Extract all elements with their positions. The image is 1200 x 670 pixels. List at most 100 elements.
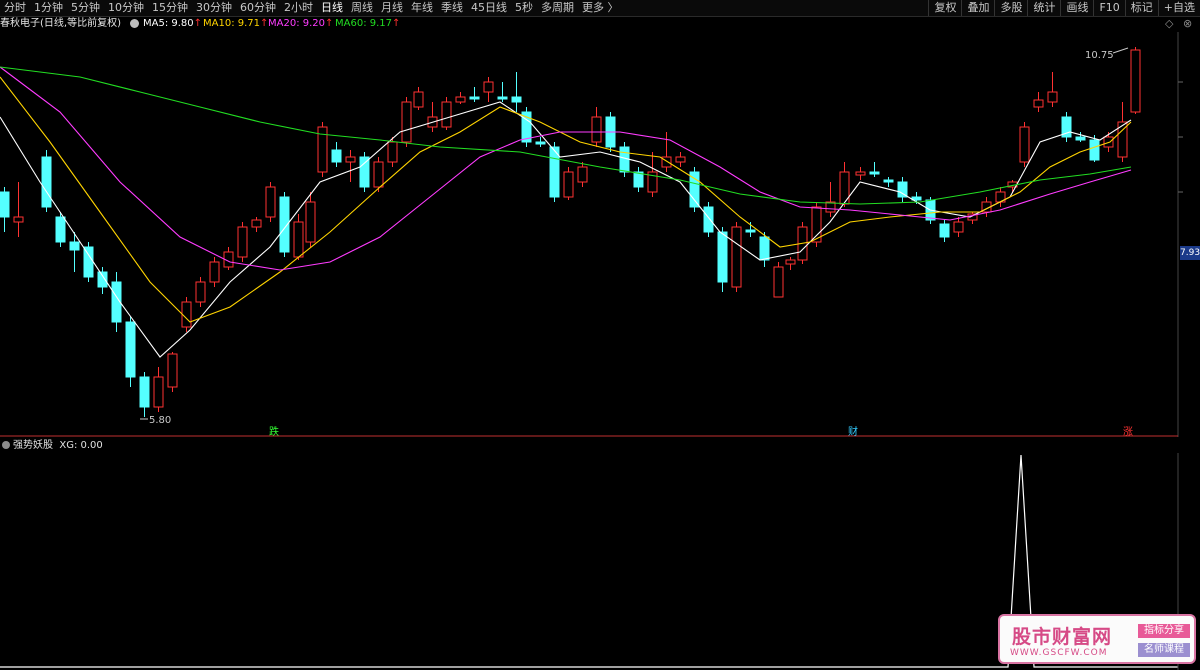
candle-body [703, 206, 714, 233]
close-circle-icon[interactable]: ⊗ [1183, 16, 1192, 32]
candle-body [55, 216, 66, 243]
indicator-title: 强势妖股 XG: 0.00 [0, 439, 103, 453]
candle-body [619, 146, 630, 173]
candle-body [181, 301, 192, 328]
current-price-tag: 7.93 [1180, 246, 1200, 260]
signal-mark-0: 跌 [269, 425, 279, 437]
candle-body [359, 156, 370, 188]
toolbar-button-2[interactable]: 多股 [994, 0, 1027, 16]
candle-body [41, 156, 52, 208]
candle-body [591, 116, 602, 143]
period-tab-13[interactable]: 45日线 [467, 0, 511, 16]
candle-body [195, 281, 206, 303]
period-tab-8[interactable]: 日线 [317, 0, 347, 16]
ma10-label: MA10: 9.71↑ [203, 18, 269, 29]
candle-body [883, 179, 894, 183]
watermark-logo: 股市财富网 WWW.GSCFW.COM 指标分享 名师课程 [998, 614, 1196, 664]
candle-body [785, 259, 796, 265]
toolbar-button-1[interactable]: 叠加 [961, 0, 994, 16]
period-tab-3[interactable]: 10分钟 [104, 0, 148, 16]
candle-body [563, 171, 574, 198]
candle-body [401, 101, 412, 143]
candle-body [265, 186, 276, 218]
candle-body [469, 96, 480, 100]
candle-body [731, 226, 742, 288]
info-bar: 春秋电子(日线,等比前复权) MA5: 9.80↑ MA10: 9.71↑ MA… [0, 16, 1200, 32]
ma5-label: MA5: 9.80↑ [143, 18, 203, 29]
candle-body [869, 171, 880, 175]
candle-body [125, 321, 136, 378]
period-tab-2[interactable]: 5分钟 [67, 0, 104, 16]
candle-body [773, 266, 784, 298]
candle-body [413, 91, 424, 108]
candle-body [511, 96, 522, 103]
period-tab-15[interactable]: 多周期 [537, 0, 578, 16]
indicator-dot-icon[interactable] [2, 441, 10, 449]
period-tab-11[interactable]: 年线 [407, 0, 437, 16]
candle-body [759, 236, 770, 261]
signal-mark-2: 涨 [1123, 426, 1133, 437]
period-tab-10[interactable]: 月线 [377, 0, 407, 16]
toolbar-tools: 复权 叠加 多股 统计 画线 F10 标记 +自选 [928, 0, 1200, 16]
period-tab-12[interactable]: 季线 [437, 0, 467, 16]
candle-body [717, 231, 728, 283]
toolbar-button-5[interactable]: F10 [1093, 0, 1124, 16]
candle-body [0, 191, 10, 218]
period-tab-6[interactable]: 60分钟 [236, 0, 280, 16]
ma10-line [0, 76, 1132, 323]
eye-icon[interactable] [130, 19, 139, 28]
period-tab-14[interactable]: 5秒 [511, 0, 537, 16]
candle-body [953, 221, 964, 233]
candle-body [939, 223, 950, 238]
period-tab-5[interactable]: 30分钟 [192, 0, 236, 16]
candle-body [139, 376, 150, 408]
candle-body [455, 96, 466, 103]
candle-body [441, 101, 452, 128]
candle-body [1075, 136, 1086, 141]
candle-body [535, 141, 546, 145]
candlestick-chart[interactable]: 10.75 5.80 跌 财 涨 [0, 32, 1200, 437]
candle-body [373, 161, 384, 188]
candle-body [153, 376, 164, 408]
candle-body [1019, 126, 1030, 163]
candle-body [1089, 139, 1100, 161]
candle-body [305, 201, 316, 243]
candle-body [1033, 99, 1044, 108]
period-tab-7[interactable]: 2小时 [280, 0, 317, 16]
diamond-icon[interactable]: ◇ [1165, 16, 1173, 32]
toolbar-button-6[interactable]: 标记 [1124, 0, 1158, 16]
period-tab-0[interactable]: 分时 [0, 0, 30, 16]
period-tabs: 分时 1分钟 5分钟 10分钟 15分钟 30分钟 60分钟 2小时 日线 周线 月线 年线 季线 45日… [0, 0, 623, 16]
candle-body [689, 171, 700, 208]
toolbar-button-3[interactable]: 统计 [1027, 0, 1060, 16]
toolbar-button-0[interactable]: 复权 [928, 0, 961, 16]
candle-body [251, 219, 262, 228]
ma20-label: MA20: 9.20↑ [268, 18, 334, 29]
candle-body [209, 261, 220, 283]
candle-body [387, 141, 398, 163]
signal-mark-1: 财 [848, 425, 858, 437]
candle-body [83, 246, 94, 278]
candle-body [1130, 49, 1141, 113]
candle-body [1047, 91, 1058, 103]
candle-body [675, 156, 686, 163]
toolbar-button-4[interactable]: 画线 [1060, 0, 1093, 16]
candle-body [345, 156, 356, 163]
period-tab-9[interactable]: 周线 [347, 0, 377, 16]
ma20-line [0, 66, 1132, 271]
candle-body [293, 221, 304, 258]
candle-body [167, 353, 178, 388]
candle-body [331, 149, 342, 163]
period-tab-4[interactable]: 15分钟 [148, 0, 192, 16]
toolbar-button-7[interactable]: +自选 [1157, 0, 1200, 16]
low-price-label: 5.80 [149, 415, 171, 426]
high-price-label: 10.75 [1085, 50, 1114, 61]
stock-name: 春秋电子(日线,等比前复权) [0, 18, 121, 29]
top-toolbar: 分时 1分钟 5分钟 10分钟 15分钟 30分钟 60分钟 2小时 日线 周线 月线 年线 季线 45日… [0, 0, 1200, 17]
period-tab-16[interactable]: 更多 〉 [578, 0, 623, 16]
period-tab-1[interactable]: 1分钟 [30, 0, 67, 16]
candle-body [69, 241, 80, 251]
candle-body [855, 171, 866, 176]
candle-body [483, 81, 494, 93]
candle-body [13, 216, 24, 223]
